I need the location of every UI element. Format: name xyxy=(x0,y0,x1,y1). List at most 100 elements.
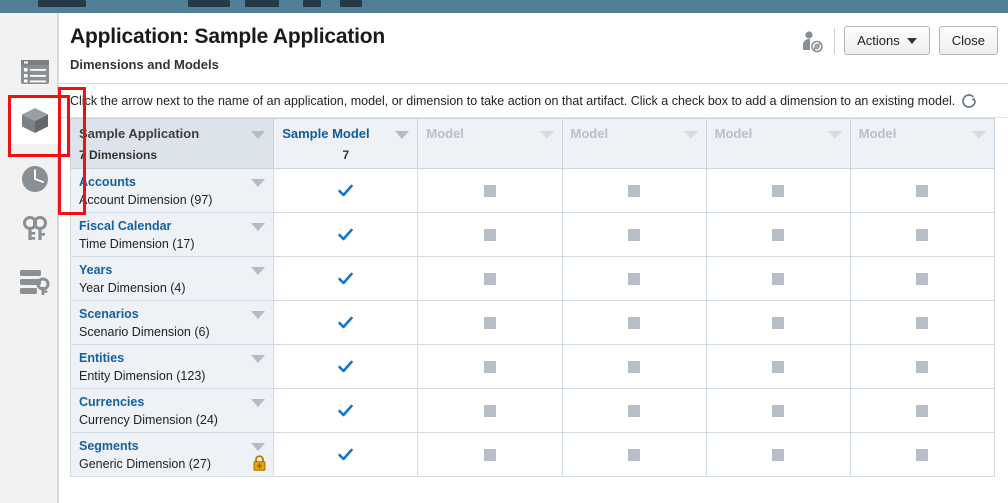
model-check-cell[interactable] xyxy=(417,212,563,257)
checkmark-icon[interactable] xyxy=(338,316,354,330)
dimension-cell[interactable]: Entities Entity Dimension (123) xyxy=(69,344,275,389)
dimension-name[interactable]: Scenarios xyxy=(79,307,139,321)
checkbox-disabled[interactable] xyxy=(772,184,785,197)
model-check-cell[interactable] xyxy=(705,212,851,257)
checkbox-disabled[interactable] xyxy=(628,184,641,197)
checkmark-icon[interactable] xyxy=(338,228,354,242)
model-check-cell[interactable] xyxy=(273,256,419,301)
checkmark-icon[interactable] xyxy=(338,360,354,374)
model-check-cell[interactable] xyxy=(417,432,563,477)
model-check-cell[interactable] xyxy=(705,300,851,345)
model-check-cell[interactable] xyxy=(849,168,996,213)
sidebar-item-cube[interactable] xyxy=(11,96,59,144)
checkbox-disabled[interactable] xyxy=(916,184,929,197)
chevron-down-icon[interactable] xyxy=(251,399,266,407)
checkbox-disabled[interactable] xyxy=(772,448,785,461)
model-check-cell[interactable] xyxy=(273,432,419,477)
model-check-cell[interactable] xyxy=(705,388,851,433)
model-check-cell[interactable] xyxy=(705,168,851,213)
checkbox-disabled[interactable] xyxy=(483,228,496,241)
checkbox-disabled[interactable] xyxy=(916,272,929,285)
checkbox-disabled[interactable] xyxy=(628,404,641,417)
checkbox-disabled[interactable] xyxy=(772,272,785,285)
model-check-cell[interactable] xyxy=(417,344,563,389)
column-header-model-3[interactable]: Model xyxy=(705,118,851,169)
model-check-cell[interactable] xyxy=(417,256,563,301)
model-check-cell[interactable] xyxy=(417,168,563,213)
dimension-cell[interactable]: Accounts Account Dimension (97) xyxy=(69,168,275,213)
model-check-cell[interactable] xyxy=(561,388,707,433)
model-check-cell[interactable] xyxy=(561,344,707,389)
model-check-cell[interactable] xyxy=(561,168,707,213)
checkbox-disabled[interactable] xyxy=(628,228,641,241)
column-header-model-2[interactable]: Model xyxy=(561,118,707,169)
chevron-down-icon[interactable] xyxy=(251,267,266,275)
chevron-down-icon[interactable] xyxy=(251,311,266,319)
model-check-cell[interactable] xyxy=(273,300,419,345)
chevron-down-icon[interactable] xyxy=(395,131,410,139)
checkmark-icon[interactable] xyxy=(338,272,354,286)
checkbox-disabled[interactable] xyxy=(628,360,641,373)
chevron-down-icon[interactable] xyxy=(827,131,842,139)
model-check-cell[interactable] xyxy=(561,300,707,345)
column-header-model-1[interactable]: Model xyxy=(417,118,563,169)
actions-button[interactable]: Actions xyxy=(844,26,930,55)
checkmark-icon[interactable] xyxy=(338,184,354,198)
model-check-cell[interactable] xyxy=(849,212,996,257)
checkbox-disabled[interactable] xyxy=(483,272,496,285)
column-header-model-4[interactable]: Model xyxy=(849,118,996,169)
model-check-cell[interactable] xyxy=(561,212,707,257)
model-check-cell[interactable] xyxy=(273,388,419,433)
model-check-cell[interactable] xyxy=(705,432,851,477)
dimension-name[interactable]: Entities xyxy=(79,351,124,365)
dimension-cell[interactable]: Years Year Dimension (4) xyxy=(69,256,275,301)
checkbox-disabled[interactable] xyxy=(916,404,929,417)
sidebar-item-list-form[interactable] xyxy=(11,48,59,96)
checkbox-disabled[interactable] xyxy=(483,448,496,461)
checkbox-disabled[interactable] xyxy=(628,316,641,329)
dimension-name[interactable]: Years xyxy=(79,263,112,277)
sidebar-item-database-key[interactable] xyxy=(11,258,59,306)
dimension-cell[interactable]: Scenarios Scenario Dimension (6) xyxy=(69,300,275,345)
dimension-name[interactable]: Fiscal Calendar xyxy=(79,219,171,233)
chevron-down-icon[interactable] xyxy=(251,179,266,187)
sidebar-item-keys[interactable] xyxy=(11,205,59,253)
dimension-cell[interactable]: Currencies Currency Dimension (24) xyxy=(69,388,275,433)
column-header-application[interactable]: Sample Application 7 Dimensions xyxy=(69,118,275,169)
refresh-icon[interactable] xyxy=(959,91,979,111)
checkbox-disabled[interactable] xyxy=(772,228,785,241)
chevron-down-icon[interactable] xyxy=(251,355,266,363)
chevron-down-icon[interactable] xyxy=(972,131,986,139)
checkmark-icon[interactable] xyxy=(338,448,354,462)
checkbox-disabled[interactable] xyxy=(772,316,785,329)
model-check-cell[interactable] xyxy=(705,256,851,301)
dimension-cell[interactable]: Segments Generic Dimension (27) xyxy=(69,432,275,477)
checkmark-icon[interactable] xyxy=(338,404,354,418)
checkbox-disabled[interactable] xyxy=(483,404,496,417)
checkbox-disabled[interactable] xyxy=(483,184,496,197)
model-check-cell[interactable] xyxy=(561,432,707,477)
model-check-cell[interactable] xyxy=(561,256,707,301)
chevron-down-icon[interactable] xyxy=(251,131,266,139)
sidebar-item-clock[interactable] xyxy=(11,155,59,203)
dimension-name[interactable]: Currencies xyxy=(79,395,144,409)
checkbox-disabled[interactable] xyxy=(483,316,496,329)
model-check-cell[interactable] xyxy=(849,300,996,345)
chevron-down-icon[interactable] xyxy=(683,131,698,139)
checkbox-disabled[interactable] xyxy=(772,404,785,417)
model-check-cell[interactable] xyxy=(417,300,563,345)
model-check-cell[interactable] xyxy=(273,344,419,389)
model-check-cell[interactable] xyxy=(849,388,996,433)
user-badge-icon[interactable] xyxy=(799,28,825,54)
checkbox-disabled[interactable] xyxy=(916,316,929,329)
lock-icon[interactable] xyxy=(252,455,267,471)
model-check-cell[interactable] xyxy=(417,388,563,433)
chevron-down-icon[interactable] xyxy=(539,131,554,139)
model-check-cell[interactable] xyxy=(705,344,851,389)
chevron-down-icon[interactable] xyxy=(251,443,266,451)
dimension-name[interactable]: Segments xyxy=(79,439,139,453)
dimension-cell[interactable]: Fiscal Calendar Time Dimension (17) xyxy=(69,212,275,257)
dimension-name[interactable]: Accounts xyxy=(79,175,136,189)
model-check-cell[interactable] xyxy=(849,256,996,301)
checkbox-disabled[interactable] xyxy=(483,360,496,373)
